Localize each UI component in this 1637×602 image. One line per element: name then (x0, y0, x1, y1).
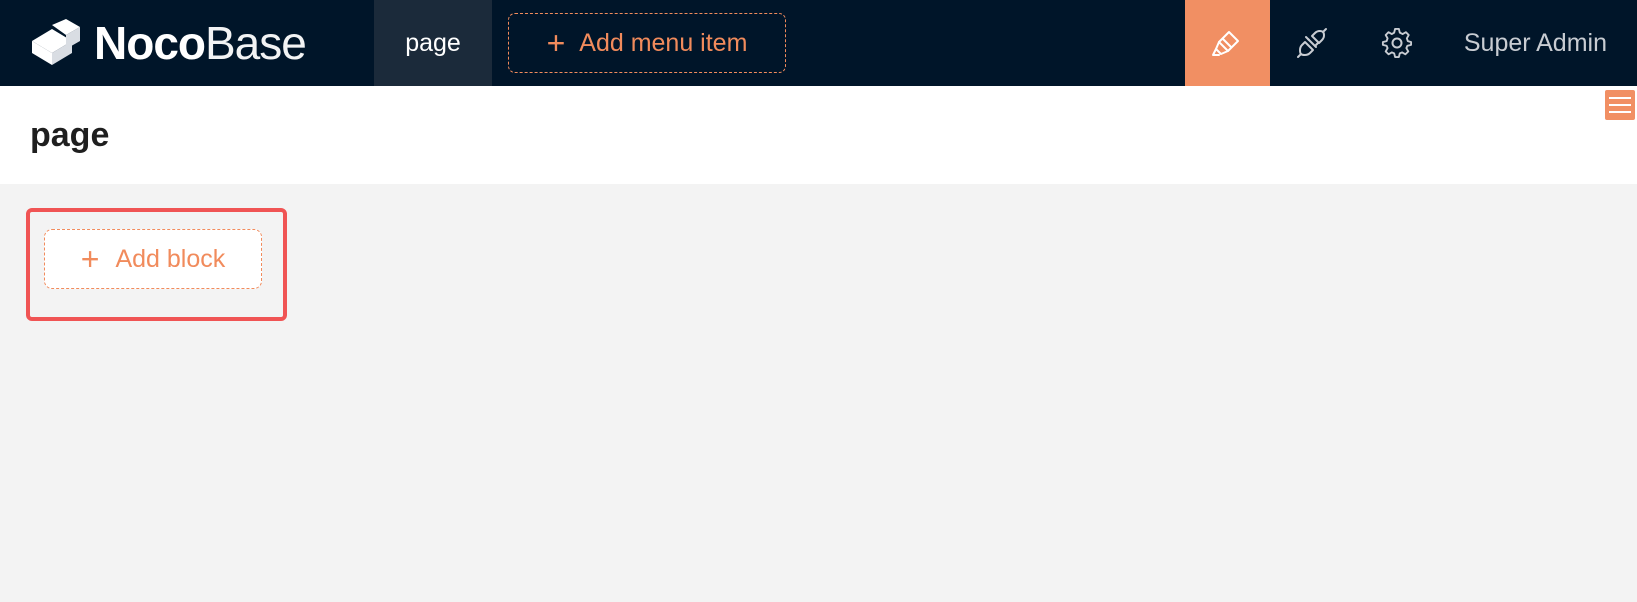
user-menu[interactable]: Super Admin (1440, 0, 1637, 86)
top-header: Noco Base page + Add menu item Super Adm… (0, 0, 1637, 86)
plug-icon (1297, 28, 1328, 58)
add-block-label: Add block (115, 244, 226, 273)
add-menu-wrap: + Add menu item (492, 0, 786, 86)
hamburger-line (1609, 104, 1631, 106)
add-menu-item-label: Add menu item (579, 28, 748, 57)
hamburger-line (1609, 97, 1631, 99)
logo-mark-icon (32, 19, 80, 65)
page-content: + Add block (0, 184, 1637, 602)
plus-icon: + (80, 241, 100, 277)
plus-icon: + (546, 25, 566, 61)
add-block-button[interactable]: + Add block (44, 229, 262, 289)
menu-item-page[interactable]: page (374, 0, 492, 86)
hamburger-line (1609, 111, 1631, 113)
header-spacer (786, 0, 1185, 86)
plugins-button[interactable] (1270, 0, 1355, 86)
add-menu-item-button[interactable]: + Add menu item (508, 13, 786, 73)
page-header: page (0, 86, 1637, 184)
ui-editor-toggle-button[interactable] (1184, 0, 1270, 86)
settings-button[interactable] (1355, 0, 1440, 86)
gear-icon (1382, 27, 1413, 59)
hamburger-icon[interactable] (1605, 90, 1635, 120)
logo[interactable]: Noco Base (0, 0, 374, 86)
highlighter-icon (1212, 31, 1240, 56)
page-title: page (30, 116, 110, 154)
logo-text-base: Base (205, 17, 307, 69)
logo-text-noco: Noco (94, 17, 206, 69)
